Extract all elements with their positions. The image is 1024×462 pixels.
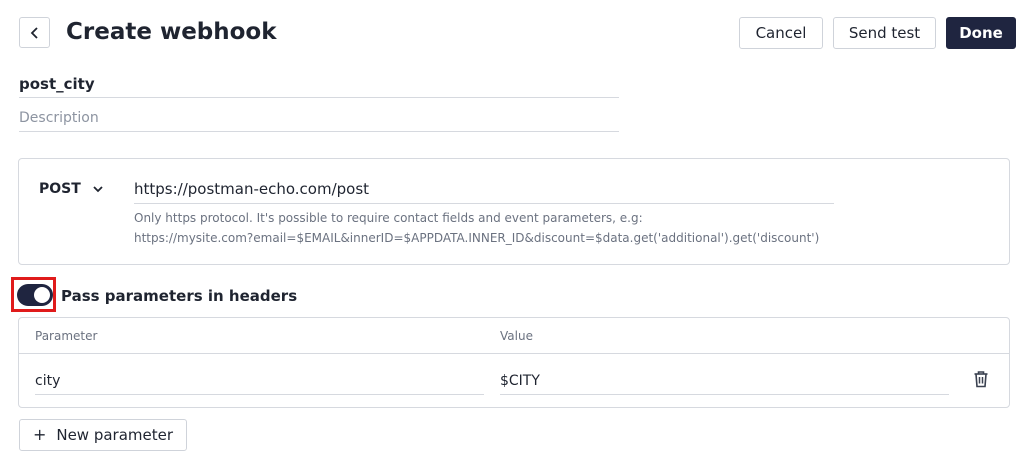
chevron-down-icon — [93, 185, 103, 193]
column-header-parameter: Parameter — [35, 329, 98, 343]
pass-params-label: Pass parameters in headers — [61, 287, 298, 305]
description-input[interactable] — [19, 104, 619, 131]
method-select[interactable]: POST — [39, 178, 103, 200]
new-parameter-button[interactable]: + New parameter — [19, 419, 187, 451]
plus-icon: + — [32, 425, 47, 444]
description-field[interactable] — [19, 104, 619, 132]
delete-parameter-button[interactable] — [971, 369, 991, 389]
pass-params-toggle[interactable] — [17, 284, 53, 306]
new-parameter-label: New parameter — [56, 426, 174, 444]
chevron-left-icon — [30, 26, 38, 39]
webhook-name-field[interactable]: post_city — [19, 70, 619, 98]
url-hint-line-2: https://mysite.com?email=$EMAIL&innerID=… — [134, 231, 820, 245]
parameter-name-value: city — [35, 373, 61, 389]
url-value: https://postman-echo.com/post — [134, 180, 370, 198]
url-input[interactable]: https://postman-echo.com/post — [134, 177, 834, 204]
send-test-button[interactable]: Send test — [833, 17, 936, 49]
page-title: Create webhook — [66, 19, 277, 45]
table-divider — [18, 353, 1010, 354]
done-button[interactable]: Done — [946, 17, 1016, 49]
trash-icon — [974, 371, 988, 388]
webhook-name-value: post_city — [19, 75, 95, 93]
parameter-value-value: $CITY — [500, 373, 540, 389]
cancel-button[interactable]: Cancel — [739, 17, 823, 49]
parameter-value-input[interactable]: $CITY — [500, 369, 949, 395]
toggle-knob — [34, 287, 50, 303]
parameter-name-input[interactable]: city — [35, 369, 484, 395]
method-value: POST — [39, 181, 81, 197]
column-header-value: Value — [500, 329, 533, 343]
back-button[interactable] — [19, 17, 50, 48]
url-hint-line-1: Only https protocol. It's possible to re… — [134, 211, 643, 225]
